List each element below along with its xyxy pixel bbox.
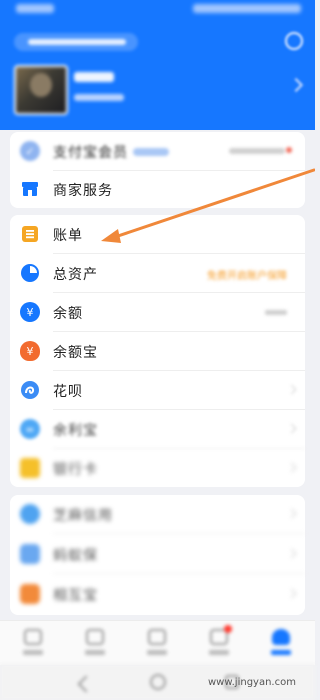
wealth-tab-icon[interactable] xyxy=(80,627,110,659)
list-item-label: 余利宝 xyxy=(53,423,98,439)
balance-value-blurred xyxy=(265,310,287,315)
member-tag xyxy=(133,148,169,156)
watermark: www.jingyan.com xyxy=(208,677,296,688)
insurance-icon xyxy=(20,544,40,564)
bank-card-icon xyxy=(20,458,40,478)
list-item-label: 芝麻信用 xyxy=(53,508,113,524)
home-icon[interactable] xyxy=(150,674,166,690)
list-item-balance[interactable]: ¥ 余额 xyxy=(10,293,305,332)
assets-promo-text: 免费开启账户保障 xyxy=(207,271,287,282)
list-item-huabei[interactable]: 花呗 xyxy=(10,371,305,410)
list-item-insurance[interactable]: 蚂蚁保 xyxy=(10,535,305,574)
list-item-mutual-aid[interactable]: 相互宝 xyxy=(10,575,305,614)
money-bag-icon: ¥ xyxy=(20,341,40,361)
message-tab-icon[interactable] xyxy=(204,625,234,659)
list-item-label: 支付宝会员 xyxy=(53,145,128,161)
promo-pill[interactable] xyxy=(14,33,138,51)
sesame-credit-icon xyxy=(20,504,40,524)
list-item-sesame-credit[interactable]: 芝麻信用 xyxy=(10,495,305,534)
member-shield-icon: ✓ xyxy=(20,141,40,161)
red-dot-badge xyxy=(286,147,292,153)
notification-badge xyxy=(224,625,232,633)
list-item-label: 银行卡 xyxy=(53,462,98,478)
list-item-bank-card[interactable]: 银行卡 xyxy=(10,449,305,488)
account-id-blurred xyxy=(74,94,124,101)
bottom-tab-bar xyxy=(0,620,315,665)
settings-icon[interactable] xyxy=(285,32,303,50)
list-item-member[interactable]: ✓ 支付宝会员 xyxy=(10,132,305,171)
storefront-icon xyxy=(20,179,40,199)
list-item-label: 总资产 xyxy=(53,267,98,283)
status-icons xyxy=(193,4,301,13)
list-item-total-assets[interactable]: 总资产 免费开启账户保障 xyxy=(10,254,305,293)
list-item-yuebao[interactable]: ¥ 余额宝 xyxy=(10,332,305,371)
chevron-right-icon[interactable] xyxy=(288,77,304,93)
list-item-bill[interactable]: 账单 xyxy=(10,215,305,254)
back-icon[interactable] xyxy=(77,675,95,693)
bill-icon xyxy=(20,224,40,244)
list-item-label: 相互宝 xyxy=(53,588,98,604)
list-item-label: 余额宝 xyxy=(53,345,98,361)
member-hint xyxy=(229,148,285,154)
member-card: ✓ 支付宝会员 商家服务 xyxy=(10,132,305,208)
list-item-merchant[interactable]: 商家服务 xyxy=(10,170,305,209)
profile-header xyxy=(0,0,315,130)
finance-card: 账单 总资产 免费开启账户保障 ¥ 余额 ¥ 余额宝 花呗 ∞ 余利宝 银行卡 xyxy=(10,215,305,487)
list-item-label: 蚂蚁保 xyxy=(53,548,98,564)
mine-tab-icon[interactable] xyxy=(266,627,296,659)
signal-indicator xyxy=(16,4,54,13)
huabei-icon xyxy=(20,380,40,400)
pie-chart-icon xyxy=(20,263,40,283)
services-card: 芝麻信用 蚂蚁保 相互宝 xyxy=(10,495,305,615)
mutual-aid-icon xyxy=(20,584,40,604)
video-tab-icon[interactable] xyxy=(142,627,172,659)
yulibao-icon: ∞ xyxy=(20,419,40,439)
list-item-label: 商家服务 xyxy=(53,183,113,199)
avatar[interactable] xyxy=(14,65,68,115)
list-item-yulibao[interactable]: ∞ 余利宝 xyxy=(10,410,305,449)
list-item-label: 花呗 xyxy=(53,384,83,400)
list-item-label: 余额 xyxy=(53,306,83,322)
home-tab-icon[interactable] xyxy=(18,627,48,659)
username-blurred xyxy=(74,72,114,82)
status-bar xyxy=(0,0,315,22)
list-item-label: 账单 xyxy=(53,228,83,244)
yuan-coin-icon: ¥ xyxy=(20,302,40,322)
